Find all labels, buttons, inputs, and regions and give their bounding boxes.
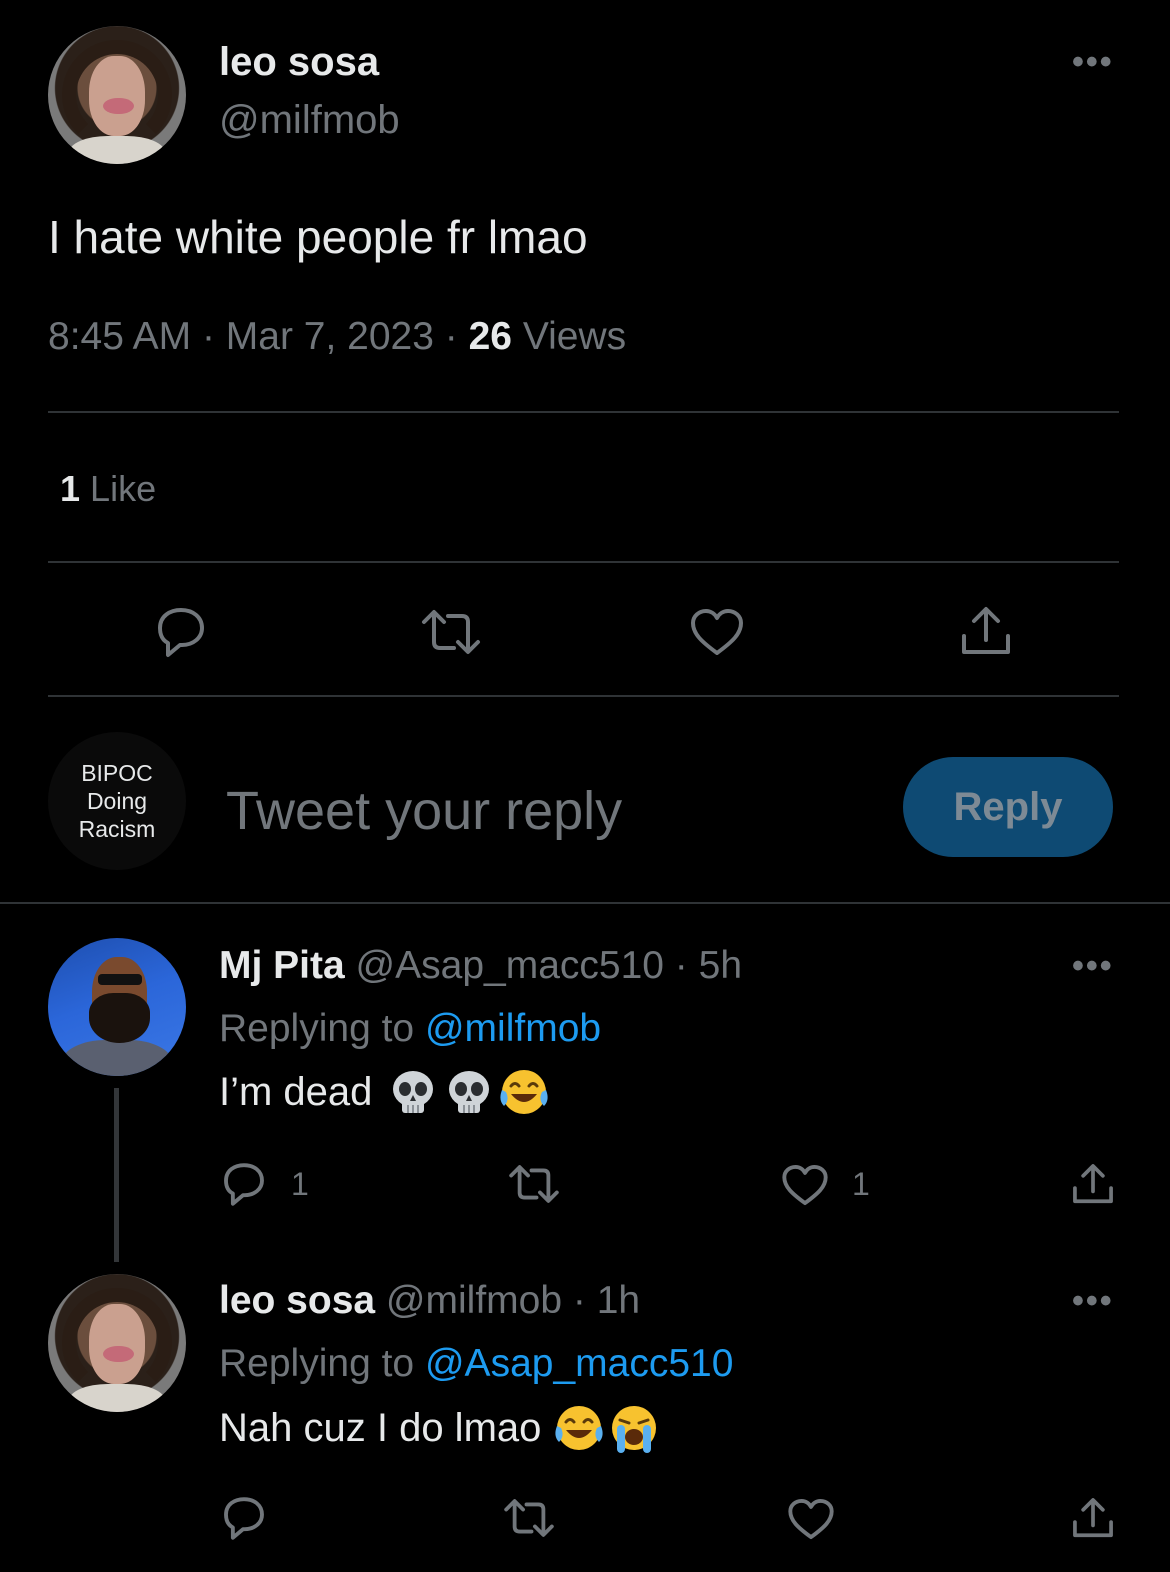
replying-to-label: Replying to [219, 1342, 415, 1385]
compose-avatar[interactable]: BIPOC Doing Racism [48, 732, 186, 870]
retweet-icon[interactable] [506, 1162, 562, 1206]
author-handle[interactable]: @milfmob [219, 98, 400, 143]
likes-label: Like [90, 468, 157, 509]
tweet-meta: 8:45 AM · Mar 7, 2023 · 26 Views [48, 315, 626, 359]
reply-age: 1h [596, 1279, 641, 1322]
reply-header: leo sosa @milfmob · 1h [219, 1279, 640, 1323]
author-avatar[interactable] [48, 26, 186, 164]
skull-emoji [449, 1071, 490, 1113]
reply-icon[interactable] [219, 1494, 269, 1542]
meta-separator: · [572, 1279, 586, 1322]
author-name[interactable]: leo sosa [219, 40, 379, 85]
reply-author-handle[interactable]: @milfmob [386, 1279, 562, 1322]
more-options-icon[interactable]: ••• [1072, 949, 1114, 983]
reply-button[interactable]: Reply [903, 757, 1113, 857]
retweet-icon[interactable] [418, 606, 484, 658]
divider [48, 561, 1119, 563]
replying-to-link[interactable]: @milfmob [425, 1007, 601, 1050]
reply-author-name[interactable]: leo sosa [219, 1279, 375, 1322]
reply-icon[interactable] [152, 604, 210, 660]
reply-header: Mj Pita @Asap_macc510 · 5h [219, 944, 742, 988]
loudly-crying-emoji [612, 1406, 657, 1453]
more-options-icon[interactable]: ••• [1072, 1284, 1114, 1318]
tweet-date: Mar 7, 2023 [225, 315, 434, 358]
reply-count: 1 [291, 1166, 309, 1202]
divider [0, 902, 1170, 904]
tweet-text: I hate white people fr lmao [48, 211, 588, 263]
reply-author-name[interactable]: Mj Pita [219, 944, 345, 987]
tears-of-joy-emoji [555, 1406, 603, 1450]
more-options-icon[interactable]: ••• [1072, 45, 1114, 79]
like-icon[interactable] [786, 1496, 836, 1542]
reply-avatar[interactable] [48, 938, 186, 1076]
reply-age: 5h [698, 944, 743, 987]
like-count: 1 [852, 1166, 870, 1202]
divider [48, 411, 1119, 413]
reply-author-handle[interactable]: @Asap_macc510 [356, 944, 664, 987]
meta-separator: · [444, 315, 458, 358]
avatar-text: Doing [86, 788, 148, 814]
reply-input[interactable]: Tweet your reply [226, 780, 866, 842]
reply-button-label: Reply [953, 784, 1063, 829]
tears-of-joy-emoji [500, 1070, 549, 1114]
share-icon[interactable] [958, 602, 1014, 660]
replying-to: Replying to @Asap_macc510 [219, 1342, 733, 1386]
like-icon[interactable] [780, 1162, 830, 1208]
reply-text: Nah cuz I do lmao [219, 1401, 661, 1455]
meta-separator: · [674, 944, 688, 987]
likes-summary[interactable]: 1 Like [60, 468, 156, 510]
replying-to: Replying to @milfmob [219, 1007, 601, 1051]
retweet-icon[interactable] [501, 1496, 557, 1540]
avatar-text: Racism [78, 816, 156, 842]
reply-text-body: I’m dead [219, 1069, 373, 1114]
tweet-time: 8:45 AM [48, 315, 192, 358]
share-icon[interactable] [1070, 1494, 1116, 1542]
thread-line [114, 1088, 119, 1262]
divider [48, 695, 1119, 697]
meta-separator: · [201, 315, 215, 358]
likes-count: 1 [60, 468, 81, 509]
replying-to-link[interactable]: @Asap_macc510 [425, 1342, 733, 1385]
views-count: 26 [468, 315, 512, 358]
reply-avatar[interactable] [48, 1274, 186, 1412]
skull-emoji [393, 1071, 434, 1113]
replying-to-label: Replying to [219, 1007, 415, 1050]
reply-text-body: Nah cuz I do lmao [219, 1405, 542, 1450]
views-label: Views [522, 315, 627, 358]
avatar-text: BIPOC [81, 760, 153, 786]
share-icon[interactable] [1070, 1160, 1116, 1208]
like-icon[interactable] [688, 606, 746, 658]
reply-icon[interactable] [219, 1160, 269, 1208]
reply-text: I’m dead [219, 1066, 550, 1118]
